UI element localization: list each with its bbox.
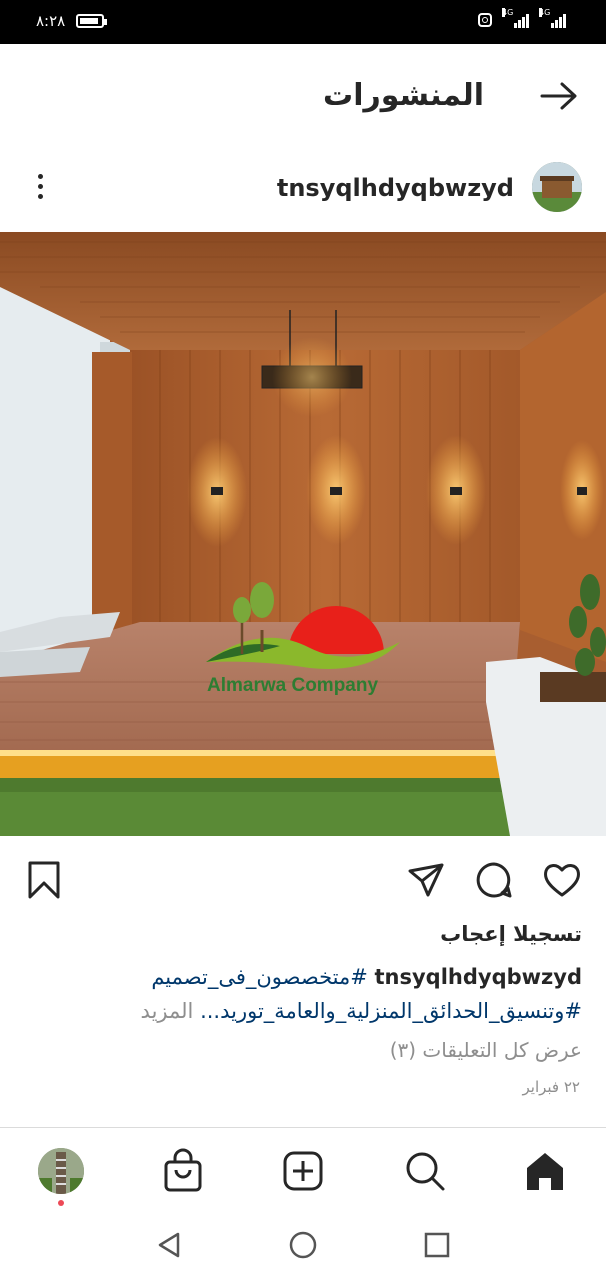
more-vertical-icon[interactable] bbox=[30, 174, 50, 204]
status-indicators: 4G 4G bbox=[478, 8, 566, 28]
caption-hashtag-1[interactable]: #متخصصون_فى_تصميم bbox=[151, 965, 367, 989]
notification-dot bbox=[58, 1200, 64, 1206]
status-bar: ٨:٢٨ 4G 4G bbox=[0, 0, 606, 44]
search-icon[interactable] bbox=[402, 1148, 448, 1194]
signal-icon: 4G bbox=[502, 8, 529, 28]
comment-icon[interactable] bbox=[474, 860, 514, 900]
caption-hashtag-2[interactable]: #وتنسيق_الحدائق_المنزلية_والعامة_توريد..… bbox=[200, 999, 582, 1023]
battery-icon bbox=[76, 14, 107, 28]
likes-count[interactable]: تسجيلا إعجاب bbox=[440, 922, 582, 946]
send-icon[interactable] bbox=[406, 860, 446, 900]
post-date: ٢٢ فبراير bbox=[522, 1078, 581, 1096]
post-actions bbox=[0, 854, 606, 904]
instagram-notification-icon bbox=[478, 13, 492, 27]
home-icon[interactable] bbox=[522, 1148, 568, 1194]
caption-more-link[interactable]: المزيد bbox=[141, 999, 194, 1023]
network-type-label: 4G bbox=[502, 8, 514, 17]
page-title: المنشورات bbox=[323, 78, 484, 113]
avatar[interactable] bbox=[532, 162, 582, 212]
caption-line-1: tnsyqlhdyqbwzyd #متخصصون_فى_تصميم bbox=[22, 960, 582, 994]
home-circle-icon[interactable] bbox=[288, 1230, 318, 1260]
profile-avatar[interactable] bbox=[38, 1148, 84, 1194]
shopping-bag-icon[interactable] bbox=[160, 1148, 206, 1194]
bookmark-icon[interactable] bbox=[24, 860, 64, 900]
heart-icon[interactable] bbox=[542, 860, 582, 900]
status-time: ٨:٢٨ bbox=[36, 12, 66, 30]
caption-line-2: #وتنسيق_الحدائق_المنزلية_والعامة_توريد..… bbox=[22, 994, 582, 1028]
company-logo-text: Almarwa Company bbox=[207, 675, 379, 696]
post-caption: tnsyqlhdyqbwzyd #متخصصون_فى_تصميم #وتنسي… bbox=[22, 960, 582, 1028]
view-comments-link[interactable]: عرض كل التعليقات (٣) bbox=[390, 1038, 582, 1062]
post-image[interactable]: Almarwa Company bbox=[0, 232, 606, 836]
caption-username[interactable]: tnsyqlhdyqbwzyd bbox=[375, 965, 583, 989]
back-triangle-icon[interactable] bbox=[154, 1230, 184, 1260]
network-type-label-2: 4G bbox=[539, 8, 551, 17]
plus-square-icon[interactable] bbox=[280, 1148, 326, 1194]
app-header: المنشورات bbox=[0, 44, 606, 148]
signal-icon-2: 4G bbox=[539, 8, 566, 28]
recent-apps-icon[interactable] bbox=[422, 1230, 452, 1260]
arrow-right-icon[interactable] bbox=[538, 80, 580, 112]
bottom-nav bbox=[0, 1128, 606, 1216]
post-username[interactable]: tnsyqlhdyqbwzyd bbox=[277, 174, 514, 202]
post-header: tnsyqlhdyqbwzyd bbox=[0, 150, 606, 230]
system-navigation-bar bbox=[0, 1216, 606, 1280]
